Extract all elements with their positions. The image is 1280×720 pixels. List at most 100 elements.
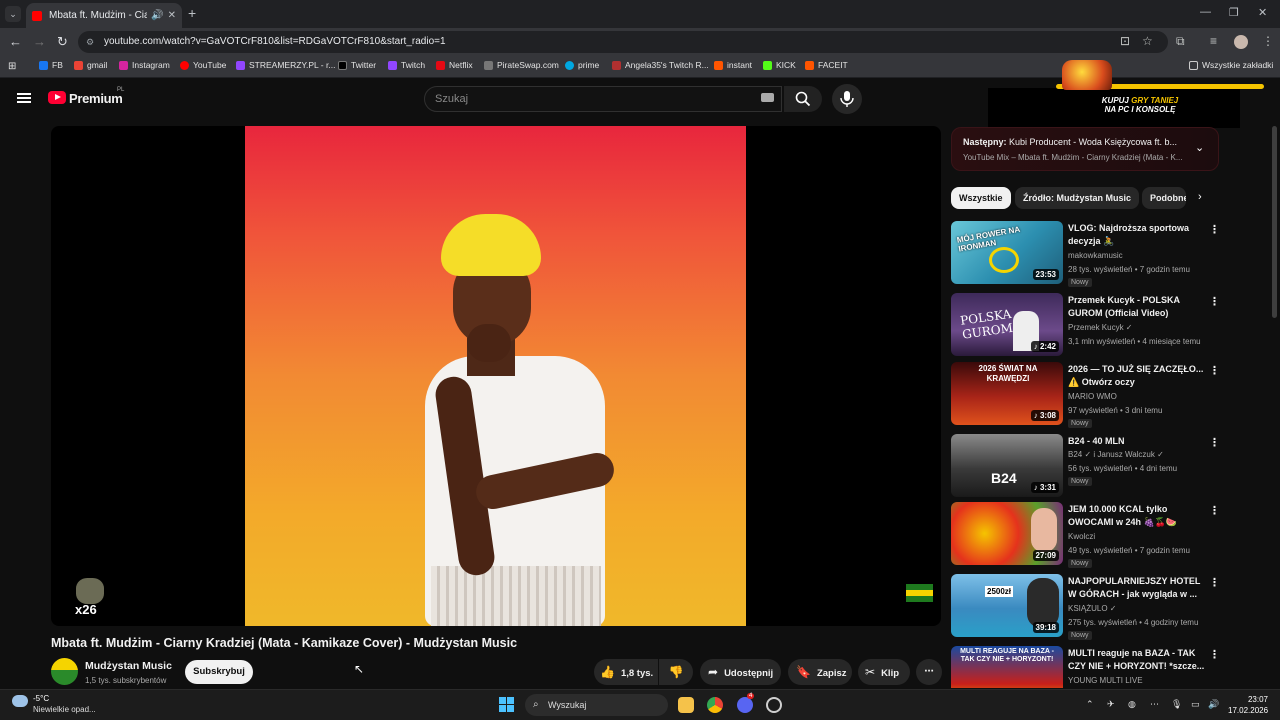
bookmark-pirateswap[interactable]: PirateSwap.com	[484, 60, 559, 70]
list-item[interactable]: 27:09 JEM 10.000 KCAL tylko OWOCAMI w 24…	[951, 502, 1220, 568]
more-vertical-icon[interactable]: ⋮	[1209, 576, 1220, 589]
video-title[interactable]: 2026 — TO JUŻ SIĘ ZACZĘŁO... ⚠️ Otwórz o…	[1068, 363, 1208, 389]
more-vertical-icon[interactable]: ⋮	[1209, 364, 1220, 377]
voice-search-button[interactable]	[832, 84, 862, 114]
more-vertical-icon[interactable]: ⋮	[1209, 295, 1220, 308]
like-button[interactable]: 👍 1,8 tys.	[594, 659, 658, 685]
menu-icon[interactable]	[17, 93, 31, 103]
bookmark-kick[interactable]: KICK	[763, 60, 796, 70]
weather-description[interactable]: Niewielkie opad...	[33, 705, 96, 714]
list-item[interactable]: 2500zł 39:18 NAJPOPULARNIEJSZY HOTEL W G…	[951, 574, 1220, 640]
chip-all[interactable]: Wszystkie	[951, 187, 1011, 209]
volume-icon[interactable]: 🔊	[1208, 699, 1219, 710]
video-thumbnail[interactable]: B24 ♪ 3:31	[951, 434, 1063, 497]
profile-avatar[interactable]	[1234, 35, 1248, 49]
back-button[interactable]: ←	[9, 34, 22, 49]
page-scrollbar[interactable]	[1272, 126, 1277, 318]
channel-name[interactable]: Kwolczi	[1068, 532, 1095, 541]
chip-source[interactable]: Źródło: Mudżystan Music	[1015, 187, 1139, 209]
bookmark-youtube[interactable]: YouTube	[180, 60, 226, 70]
new-tab-button[interactable]: +	[188, 5, 196, 21]
video-title[interactable]: B24 - 40 MLN	[1068, 435, 1208, 448]
bookmark-faceit[interactable]: FACEIT	[805, 60, 848, 70]
network-icon[interactable]: ▭	[1191, 699, 1200, 710]
install-app-icon[interactable]: ⊡	[1120, 34, 1130, 48]
chip-similar[interactable]: Podobne	[1142, 187, 1186, 209]
list-item[interactable]: B24 ♪ 3:31 B24 - 40 MLN B24 ✓ i Janusz W…	[951, 434, 1220, 498]
bookmark-twitch[interactable]: Twitch	[388, 60, 425, 70]
more-vertical-icon[interactable]: ⋮	[1209, 436, 1220, 449]
dislike-button[interactable]: 👎	[659, 659, 693, 685]
audio-icon[interactable]: 🔊	[151, 10, 163, 21]
address-bar[interactable]: ⚙ youtube.com/watch?v=GaVOTCrF810&list=R…	[78, 31, 1168, 53]
channel-name[interactable]: Przemek Kucyk ✓	[1068, 323, 1133, 332]
tab-search-menu-icon[interactable]: ≡	[1210, 34, 1217, 48]
tray-app-icon[interactable]: ✈	[1107, 699, 1115, 710]
tab-search-icon[interactable]: ⌄	[5, 6, 21, 22]
video-thumbnail[interactable]: 2026 ŚWIAT NA KRAWĘDZI ♪ 3:08	[951, 362, 1063, 425]
chrome-icon[interactable]	[707, 697, 723, 713]
list-item[interactable]: 2026 ŚWIAT NA KRAWĘDZI ♪ 3:08 2026 — TO …	[951, 362, 1220, 428]
video-title[interactable]: NAJPOPULARNIEJSZY HOTEL W GÓRACH - jak w…	[1068, 575, 1208, 601]
weather-cloud-icon[interactable]	[12, 695, 28, 707]
channel-name[interactable]: YOUNG MULTI LIVE	[1068, 676, 1143, 685]
reload-button[interactable]: ↻	[57, 34, 68, 50]
forward-button[interactable]: →	[33, 34, 46, 49]
video-title[interactable]: JEM 10.000 KCAL tylko OWOCAMI w 24h 🍇🍒🍉	[1068, 503, 1208, 529]
youtube-logo-icon[interactable]	[48, 91, 66, 104]
search-button[interactable]	[784, 86, 822, 112]
list-item[interactable]: MULTI REAGUJE NA BAZA - TAK CZY NIE + HO…	[951, 646, 1219, 688]
channel-name[interactable]: B24 ✓ i Janusz Walczuk ✓	[1068, 450, 1164, 459]
video-thumbnail[interactable]: 27:09	[951, 502, 1063, 565]
channel-name[interactable]: MARIO WMO	[1068, 392, 1117, 401]
keyboard-icon[interactable]	[761, 93, 774, 102]
video-thumbnail[interactable]: POLSKA GUROM ♪ 2:42	[951, 293, 1063, 356]
tray-menu-icon[interactable]: ⋯	[1150, 699, 1159, 710]
bookmark-gmail[interactable]: gmail	[74, 60, 107, 70]
bookmark-instant[interactable]: instant	[714, 60, 752, 70]
video-title[interactable]: VLOG: Najdroższa sportowa decyzja 🚴	[1068, 222, 1208, 248]
close-window-icon[interactable]: ✕	[1258, 6, 1267, 19]
ad-text[interactable]: KUPUJ GRY TANIEJ NA PC I KONSOLĘ	[1080, 96, 1200, 114]
extensions-icon[interactable]: ⧉	[1176, 34, 1185, 49]
all-bookmarks[interactable]: Wszystkie zakładki	[1189, 60, 1273, 70]
bookmark-netflix[interactable]: Netflix	[436, 60, 473, 70]
more-actions-button[interactable]: ⋯	[916, 659, 942, 685]
video-thumbnail[interactable]: MULTI REAGUJE NA BAZA - TAK CZY NIE + HO…	[951, 646, 1063, 688]
list-item[interactable]: MÓJ ROWER NA IRONMAN 23:53 VLOG: Najdroż…	[951, 221, 1220, 287]
up-next-panel[interactable]: Następny: Kubi Producent - Woda Księżyco…	[951, 127, 1219, 171]
channel-name[interactable]: Mudżystan Music	[85, 660, 172, 672]
discord-icon[interactable]	[737, 697, 753, 713]
bookmark-star-icon[interactable]: ☆	[1142, 34, 1153, 48]
video-title[interactable]: MULTI reaguje na BAZA - TAK CZY NIE + HO…	[1068, 647, 1208, 673]
bookmark-instagram[interactable]: Instagram	[119, 60, 170, 70]
microphone-tray-icon[interactable]: 🎙	[1171, 699, 1182, 710]
video-thumbnail[interactable]: MÓJ ROWER NA IRONMAN 23:53	[951, 221, 1063, 284]
restore-icon[interactable]: ❐	[1229, 6, 1239, 19]
bookmark-fb[interactable]: FB	[39, 60, 63, 70]
video-frame[interactable]	[245, 126, 746, 626]
list-item[interactable]: POLSKA GUROM ♪ 2:42 Przemek Kucyk - POLS…	[951, 293, 1220, 357]
logo-text[interactable]: Premium	[69, 91, 123, 106]
channel-name[interactable]: KSIĄŻULO ✓	[1068, 604, 1117, 613]
channel-name[interactable]: makowkamusic	[1068, 251, 1123, 260]
close-tab-icon[interactable]: ✕	[168, 10, 176, 21]
share-button[interactable]: ➦ Udostępnij	[700, 659, 781, 685]
tab-active[interactable]: Mbata ft. Mudżim - Ciarny Kradziej 🔊 ✕	[26, 3, 182, 28]
taskbar-search-input[interactable]: ⌕ Wyszukaj	[525, 694, 668, 716]
video-thumbnail[interactable]: 2500zł 39:18	[951, 574, 1063, 637]
save-button[interactable]: 🔖 Zapisz	[788, 659, 852, 685]
tray-discord-icon[interactable]: ◍	[1128, 699, 1136, 710]
chevron-down-icon[interactable]: ⌄	[1195, 141, 1204, 154]
more-vertical-icon[interactable]: ⋮	[1209, 223, 1220, 236]
file-explorer-icon[interactable]	[678, 697, 694, 713]
steam-icon[interactable]	[766, 697, 782, 713]
more-vertical-icon[interactable]: ⋮	[1209, 648, 1219, 661]
bookmark-twitter[interactable]: Twitter	[338, 60, 376, 70]
bookmark-prime[interactable]: prime	[565, 60, 599, 70]
video-player[interactable]: x26	[51, 126, 941, 626]
weather-temperature[interactable]: -5°C	[33, 694, 49, 703]
subscribe-button[interactable]: Subskrybuj	[185, 660, 253, 684]
more-vertical-icon[interactable]: ⋮	[1209, 504, 1220, 517]
browser-menu-icon[interactable]: ⋮	[1262, 34, 1274, 48]
